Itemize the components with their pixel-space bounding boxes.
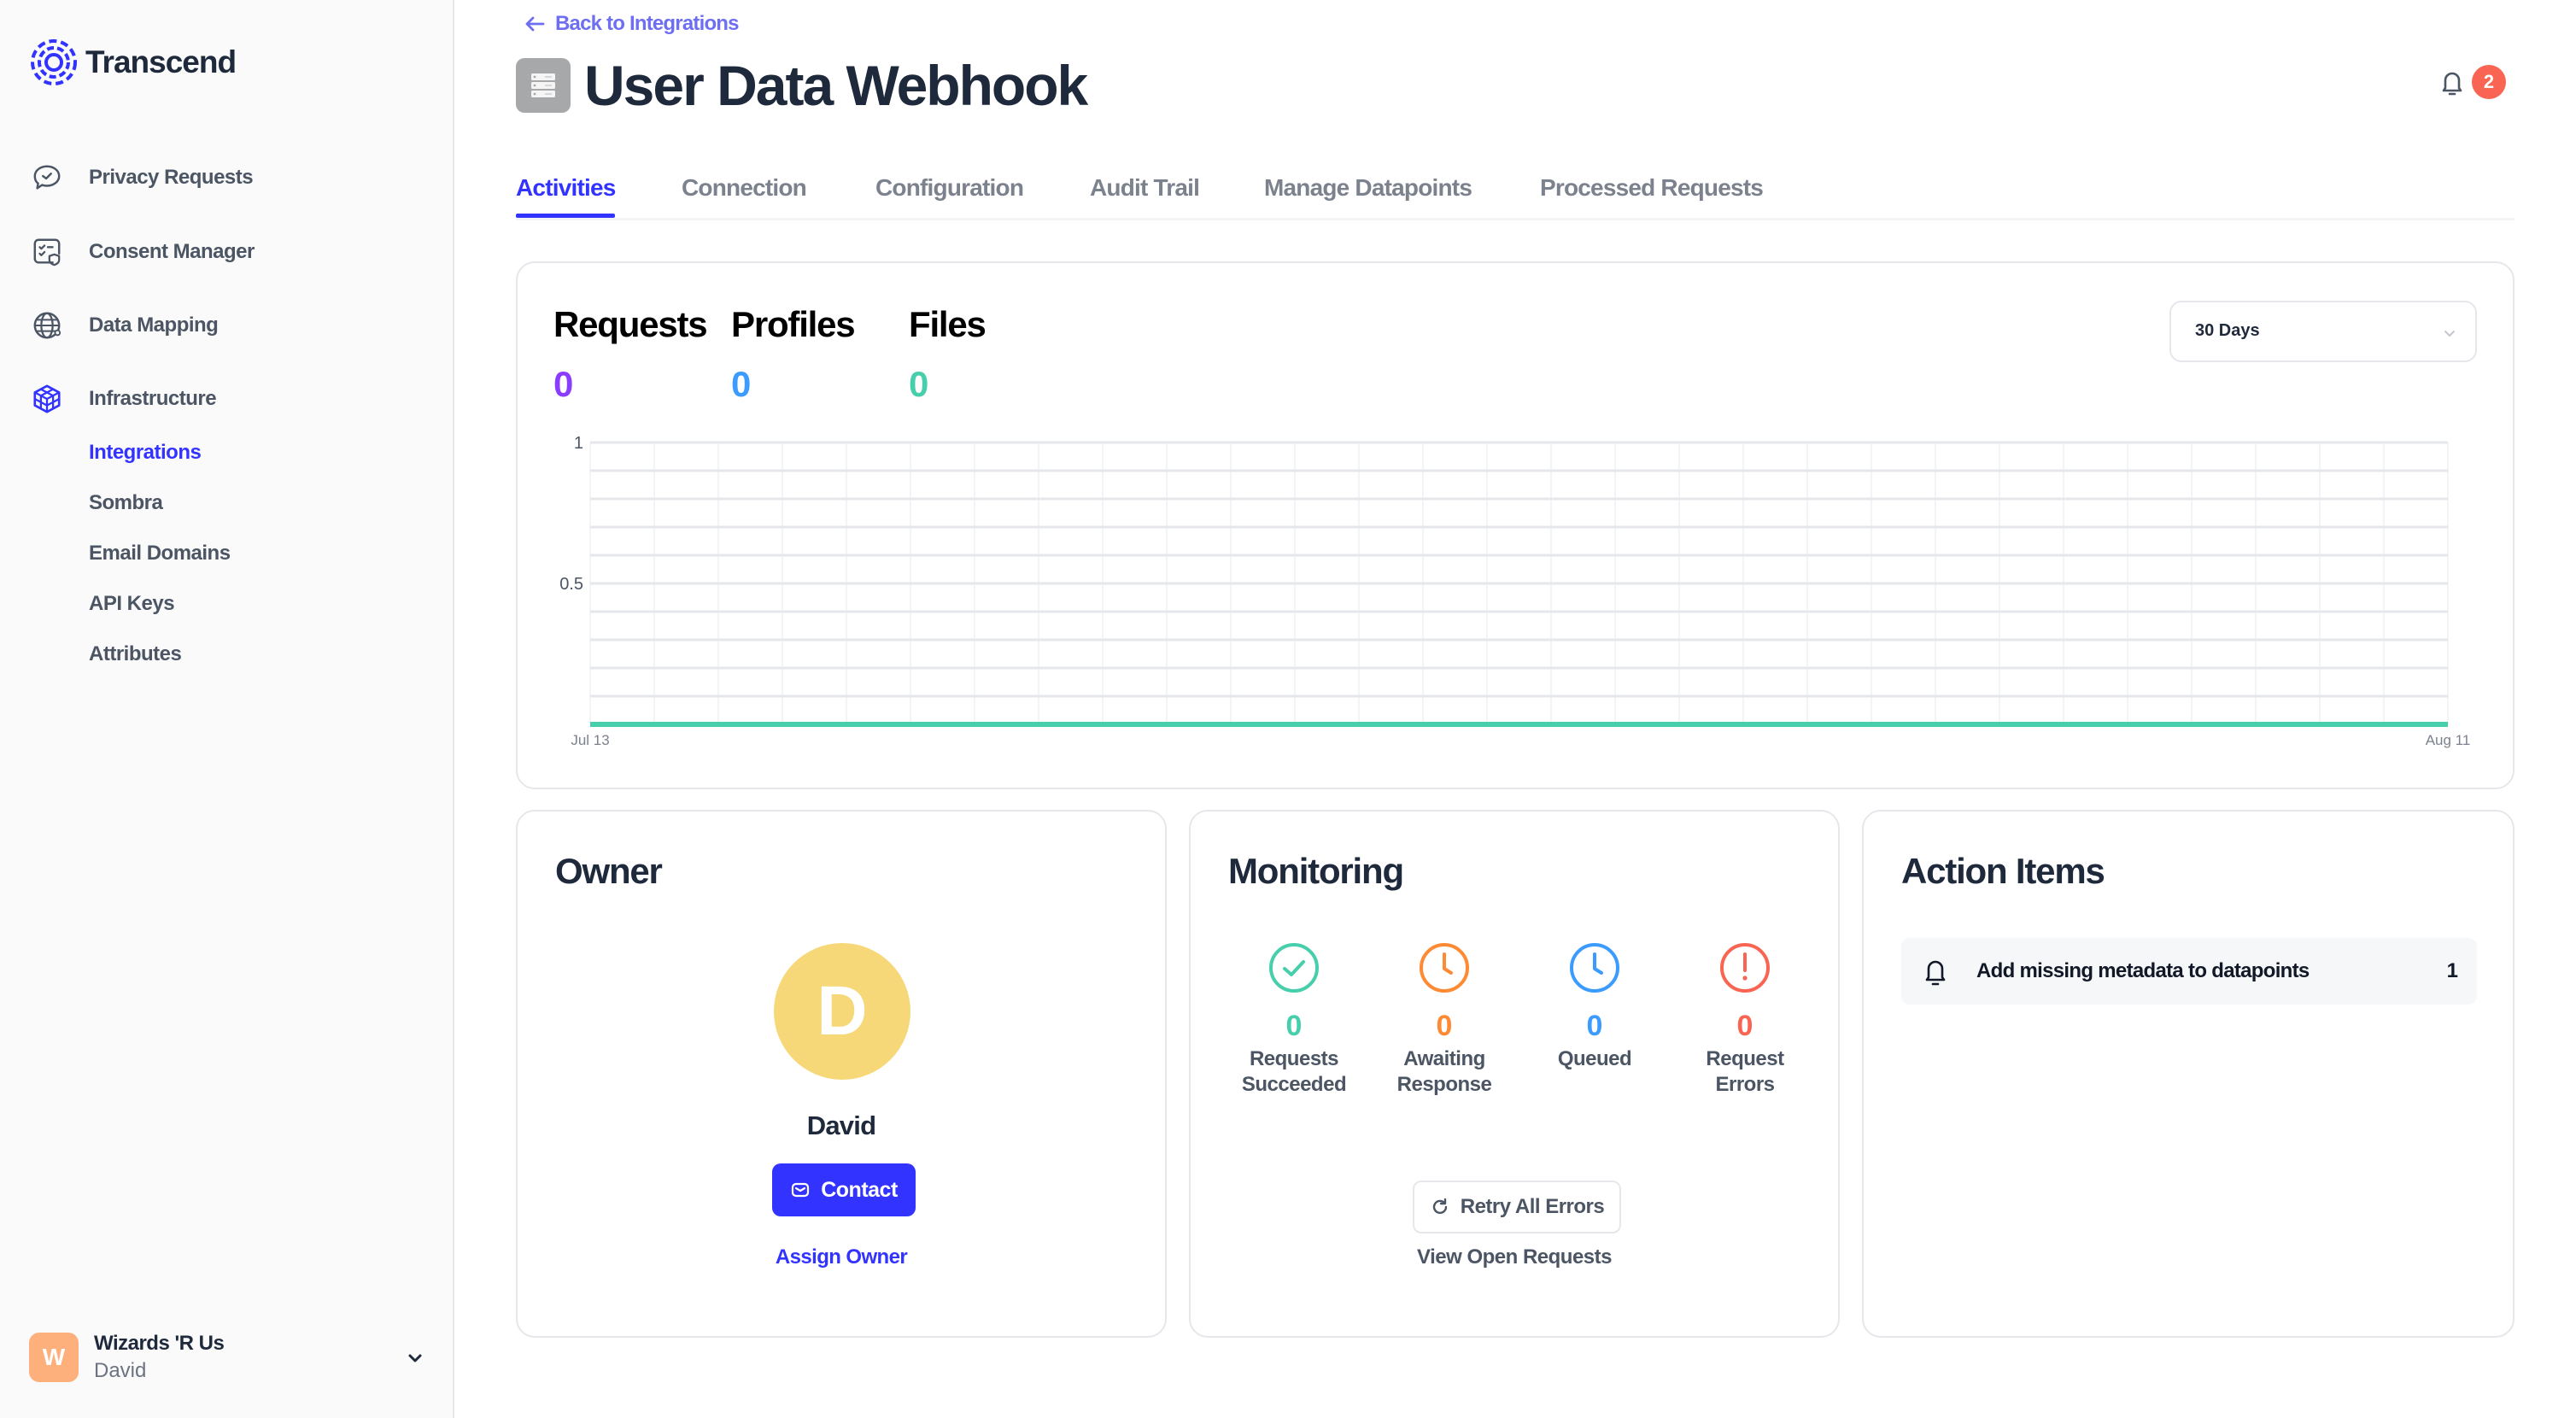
sidebar-subitem-integrations[interactable]: Integrations	[89, 441, 202, 465]
chevron-down-icon[interactable]	[403, 1346, 427, 1370]
retry-label: Retry All Errors	[1460, 1195, 1605, 1218]
monitoring-card: Monitoring 0 Requests Succeeded 0 Awaitin…	[1189, 810, 1840, 1338]
active-tab-indicator	[516, 214, 615, 218]
sidebar-item-label: Infrastructure	[89, 387, 217, 410]
arrow-left-icon	[525, 16, 545, 32]
contact-button[interactable]: Contact	[772, 1163, 916, 1216]
card-title: Action Items	[1901, 851, 2105, 891]
refresh-icon	[1432, 1198, 1447, 1215]
metric-label-line: Response	[1396, 1073, 1492, 1096]
notification-count-badge: 2	[2472, 65, 2506, 99]
assign-owner-link[interactable]: Assign Owner	[518, 1245, 1165, 1269]
check-circle-icon	[1269, 943, 1319, 993]
tab-manage-datapoints[interactable]: Manage Datapoints	[1264, 174, 1472, 202]
tab-audit-trail[interactable]: Audit Trail	[1090, 174, 1200, 202]
chat-check-icon	[31, 161, 63, 194]
action-item-count: 1	[2446, 959, 2458, 982]
metric-value: 0	[1586, 1010, 1603, 1042]
server-icon	[516, 58, 571, 113]
sidebar-item-infrastructure[interactable]: Infrastructure	[31, 378, 217, 419]
metric-label: Queued	[1557, 1046, 1632, 1072]
clock-icon	[1420, 943, 1469, 993]
metric-label-line: Awaiting	[1403, 1047, 1485, 1070]
y-tick-label: 0.5	[559, 575, 583, 594]
page-header: User Data Webhook	[516, 53, 1088, 118]
tab-connection[interactable]: Connection	[682, 174, 807, 202]
x-tick-label: Jul 13	[571, 732, 609, 748]
bell-icon	[1925, 960, 1946, 986]
mail-icon	[792, 1182, 810, 1198]
sidebar-item-privacy-requests[interactable]: Privacy Requests	[31, 157, 254, 198]
sidebar-subitem-email-domains[interactable]: Email Domains	[89, 542, 231, 565]
transcend-logo-icon	[31, 39, 77, 85]
activity-chart: 1 0.5 Jul 13 Aug 11	[559, 434, 2471, 748]
tab-activities[interactable]: Activities	[516, 174, 616, 202]
metric-label-line: Succeeded	[1241, 1073, 1347, 1096]
tab-processed-requests[interactable]: Processed Requests	[1540, 174, 1764, 202]
x-tick-label: Aug 11	[2426, 732, 2471, 748]
activity-card: Requests 0 Profiles 0 Files 0 30 Days 10…	[516, 261, 2515, 789]
sidebar-item-consent-manager[interactable]: Consent Manager	[31, 231, 255, 272]
metric-label: Request Errors	[1706, 1046, 1784, 1098]
tab-bar: Activities Connection Configuration Audi…	[516, 167, 2515, 220]
sidebar-item-label: Consent Manager	[89, 240, 255, 263]
sidebar-item-data-mapping[interactable]: Data Mapping	[31, 305, 219, 346]
back-to-integrations-link[interactable]: Back to Integrations	[523, 12, 740, 36]
metric-value: 0	[1436, 1010, 1453, 1042]
notifications-button[interactable]: 2	[2438, 65, 2506, 99]
owner-name: David	[806, 1110, 876, 1140]
action-item[interactable]: Add missing metadata to datapoints 1	[1901, 938, 2477, 1005]
metric-value: 0	[1285, 1010, 1303, 1042]
logo[interactable]: Transcend	[29, 38, 237, 87]
retry-all-errors-button[interactable]: Retry All Errors	[1413, 1181, 1621, 1233]
action-item-label: Add missing metadata to datapoints	[1976, 959, 2310, 982]
sidebar-subitem-api-keys[interactable]: API Keys	[89, 592, 175, 616]
consent-shield-icon	[31, 236, 63, 268]
metric-label-line: Errors	[1715, 1073, 1775, 1096]
metric-request-errors: 0 Request Errors	[1671, 941, 1819, 1098]
brand-name: Transcend	[85, 44, 237, 79]
globe-icon	[31, 309, 63, 342]
metric-awaiting-response: 0 Awaiting Response	[1370, 941, 1519, 1098]
bell-icon	[2442, 72, 2462, 96]
alert-circle-icon	[1720, 943, 1770, 993]
organization-switcher[interactable]: W Wizards 'R Us David	[29, 1332, 427, 1382]
metric-label-line: Queued	[1557, 1047, 1632, 1070]
metric-requests-succeeded: 0 Requests Succeeded	[1220, 941, 1368, 1098]
action-items-card: Action Items Add missing metadata to dat…	[1862, 810, 2515, 1338]
metric-value: 0	[1736, 1010, 1753, 1042]
card-title: Monitoring	[1228, 851, 1404, 891]
owner-card: Owner D David Contact Assign Owner	[516, 810, 1167, 1338]
metric-label: Requests Succeeded	[1241, 1046, 1347, 1098]
tab-configuration[interactable]: Configuration	[875, 174, 1024, 202]
cube-icon	[31, 383, 63, 415]
owner-avatar: D	[774, 943, 910, 1080]
sidebar-item-label: Privacy Requests	[89, 166, 254, 189]
y-tick-label: 1	[574, 434, 583, 453]
sidebar-subitem-sombra[interactable]: Sombra	[89, 491, 163, 515]
card-title: Owner	[555, 851, 663, 891]
org-name: Wizards 'R Us	[94, 1332, 225, 1355]
metric-queued: 0 Queued	[1520, 941, 1669, 1072]
org-user: David	[94, 1359, 147, 1382]
page-title: User Data Webhook	[584, 54, 1088, 117]
view-open-requests-link[interactable]: View Open Requests	[1191, 1245, 1838, 1269]
metric-label: Awaiting Response	[1397, 1046, 1492, 1098]
clock-icon	[1570, 943, 1619, 993]
org-avatar: W	[29, 1333, 79, 1382]
contact-label: Contact	[821, 1177, 898, 1202]
metric-label-line: Requests	[1249, 1047, 1339, 1070]
sidebar-item-label: Data Mapping	[89, 313, 219, 337]
sidebar: Transcend Privacy Requests Consent Manag…	[0, 0, 454, 1418]
sidebar-subitem-attributes[interactable]: Attributes	[89, 642, 182, 666]
back-link-label: Back to Integrations	[555, 12, 740, 35]
metric-label-line: Request	[1706, 1047, 1784, 1070]
